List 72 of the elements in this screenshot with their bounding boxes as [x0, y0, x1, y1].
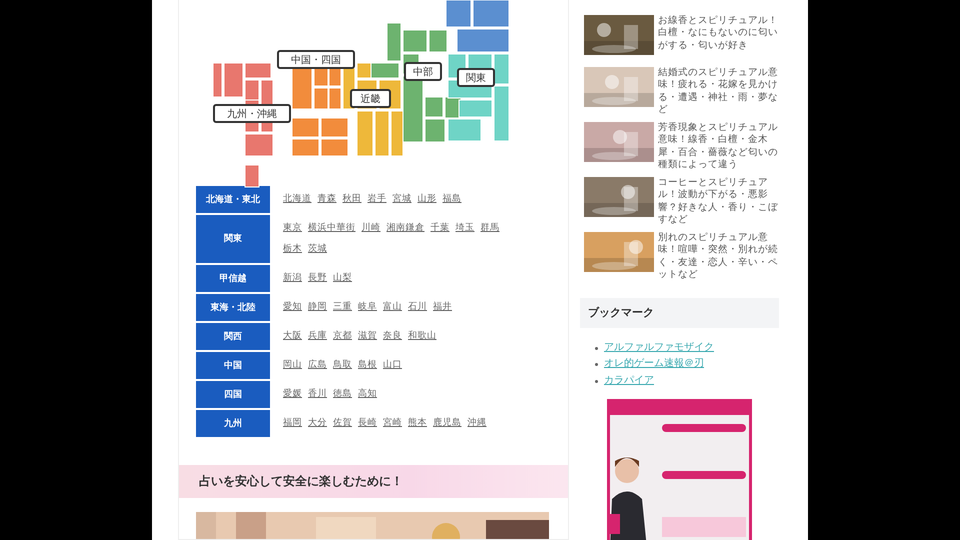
post-title[interactable]: 別れのスピリチュアル意味！喧嘩・突然・別れが続く・友達・恋人・辛い・ペットなど: [658, 232, 779, 278]
prefecture-link[interactable]: 福岡: [283, 412, 302, 434]
prefecture-link[interactable]: 福島: [442, 188, 462, 210]
prefecture-link[interactable]: 茨城: [308, 238, 327, 260]
prefecture-link[interactable]: 山形: [418, 188, 436, 210]
prefecture-link[interactable]: 島根: [358, 354, 377, 376]
prefecture-link[interactable]: 佐賀: [333, 412, 352, 434]
bullet-dot: [595, 363, 598, 366]
prefecture-link[interactable]: 京都: [333, 326, 352, 347]
bullet-dot: [595, 380, 598, 383]
prefecture-link[interactable]: 新潟: [283, 268, 302, 289]
prefecture-link[interactable]: 熊本: [408, 412, 427, 434]
region-header: 甲信越: [196, 264, 270, 292]
region-header: 中国: [196, 352, 270, 379]
prefecture-link[interactable]: 群馬: [480, 218, 500, 239]
prefecture-link[interactable]: 山口: [383, 354, 402, 376]
prefecture-link[interactable]: 青森: [318, 188, 336, 210]
region-header: 九州: [196, 410, 270, 437]
prefecture-link[interactable]: 和歌山: [408, 326, 436, 347]
prefecture-link[interactable]: 北海道: [283, 188, 312, 210]
post-title[interactable]: お線香とスピリチュアル！白檀・なにもないのに匂いがする・匂いが好き: [658, 14, 779, 58]
prefecture-link[interactable]: 大分: [308, 412, 327, 434]
prefecture-link[interactable]: 岐阜: [358, 296, 377, 318]
region-header: 東海・北陸: [196, 294, 270, 321]
post-title[interactable]: 結婚式のスピリチュアル意味！疲れる・花嫁を見かける・遭遇・神社・雨・夢など: [658, 66, 779, 113]
prefecture-link[interactable]: 香川: [308, 384, 327, 405]
prefecture-link[interactable]: 宮城: [392, 188, 412, 210]
prefecture-link[interactable]: 湘南鎌倉: [386, 218, 424, 239]
prefecture-link[interactable]: 愛媛: [283, 384, 302, 405]
prefecture-link[interactable]: 鹿児島: [433, 412, 462, 434]
prefecture-link[interactable]: 徳島: [333, 384, 352, 405]
prefecture-link[interactable]: 岩手: [368, 188, 386, 210]
prefecture-link[interactable]: 鳥取: [333, 354, 352, 376]
prefecture-link[interactable]: 長野: [308, 268, 327, 289]
map-region-label[interactable]: 中部: [404, 62, 442, 81]
prefecture-link[interactable]: 愛知: [283, 296, 302, 318]
region-header: 北海道・東北: [196, 186, 270, 213]
prefecture-link[interactable]: 埼玉: [456, 218, 474, 239]
prefecture-link[interactable]: 福井: [433, 296, 452, 318]
prefecture-link[interactable]: 三重: [333, 296, 352, 318]
prefecture-link[interactable]: 岡山: [283, 354, 302, 376]
bullet-dot: [595, 346, 598, 350]
widget-heading: ブックマーク: [580, 298, 779, 328]
prefecture-link[interactable]: 宮崎: [383, 412, 402, 434]
prefecture-link[interactable]: 千葉: [430, 218, 450, 239]
prefecture-link[interactable]: 山梨: [333, 268, 352, 289]
prefecture-link[interactable]: 広島: [308, 354, 327, 376]
prefecture-link[interactable]: 東京: [283, 218, 302, 239]
prefecture-link[interactable]: 石川: [408, 296, 427, 318]
post-title[interactable]: 芳香現象とスピリチュアル意味！線香・白檀・金木犀・百合・薔薇など匂いの種類によって違う: [658, 122, 779, 168]
prefecture-link[interactable]: 兵庫: [308, 326, 327, 347]
prefecture-link[interactable]: 沖縄: [468, 412, 486, 434]
prefecture-link[interactable]: 川崎: [362, 218, 380, 239]
prefecture-link[interactable]: 奈良: [383, 326, 402, 347]
post-title[interactable]: コーヒーとスピリチュアル！波動が下がる・悪影響？好きな人・香り・こぼすなど: [658, 176, 779, 223]
prefecture-link[interactable]: 栃木: [283, 238, 302, 260]
prefecture-link[interactable]: 横浜中華街: [308, 218, 356, 239]
map-region-label[interactable]: 関東: [457, 68, 495, 87]
prefecture-link[interactable]: 秋田: [342, 188, 362, 210]
map-region-label[interactable]: 中国・四国: [277, 50, 355, 69]
prefecture-link[interactable]: 大阪: [283, 326, 302, 347]
prefecture-link[interactable]: 静岡: [308, 296, 327, 318]
map-region-label[interactable]: 九州・沖縄: [213, 104, 291, 123]
map-region-label[interactable]: 近畿: [350, 89, 391, 108]
region-header: 四国: [196, 380, 270, 408]
prefecture-link[interactable]: 富山: [383, 296, 402, 318]
prefecture-link[interactable]: 高知: [358, 384, 377, 405]
region-header: 関西: [196, 322, 270, 350]
prefecture-link[interactable]: 滋賀: [358, 326, 377, 347]
region-header: 関東: [196, 214, 270, 263]
section-heading: 占いを安心して安全に楽しむために！: [179, 464, 568, 498]
prefecture-link[interactable]: 長崎: [358, 412, 377, 434]
